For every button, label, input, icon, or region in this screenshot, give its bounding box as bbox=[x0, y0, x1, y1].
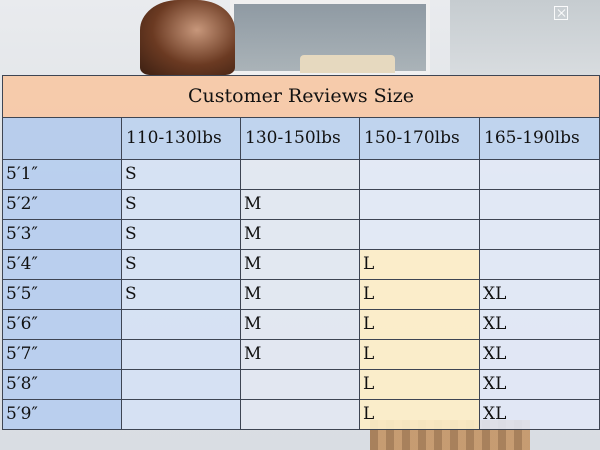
size-cell: L bbox=[359, 249, 480, 280]
table-row: 5′2″ S M bbox=[2, 189, 600, 220]
size-cell: XL bbox=[478, 279, 600, 310]
size-cell: S bbox=[121, 279, 241, 310]
size-chart-table: Customer Reviews Size 110-130lbs 130-150… bbox=[1, 75, 600, 430]
height-cell: 5′4″ bbox=[2, 249, 122, 280]
size-cell: M bbox=[240, 309, 360, 340]
table-row: 5′9″ L XL bbox=[2, 399, 600, 430]
height-cell: 5′5″ bbox=[2, 279, 122, 310]
size-cell bbox=[478, 219, 600, 250]
size-cell bbox=[359, 159, 480, 190]
column-header: 110-130lbs bbox=[121, 117, 241, 160]
table-row: 5′8″ L XL bbox=[2, 369, 600, 400]
close-icon[interactable] bbox=[554, 6, 568, 20]
size-cell bbox=[121, 339, 241, 370]
height-cell: 5′9″ bbox=[2, 399, 122, 430]
background-model bbox=[140, 0, 235, 75]
table-row: 5′3″ S M bbox=[2, 219, 600, 250]
size-cell bbox=[121, 309, 241, 340]
size-cell: XL bbox=[478, 309, 600, 340]
size-cell bbox=[478, 159, 600, 190]
size-cell: M bbox=[240, 339, 360, 370]
column-header: 150-170lbs bbox=[359, 117, 480, 160]
size-cell: M bbox=[240, 189, 360, 220]
size-cell: XL bbox=[478, 339, 600, 370]
size-cell: M bbox=[240, 219, 360, 250]
size-cell: L bbox=[359, 399, 480, 430]
table-row: 5′1″ S bbox=[2, 159, 600, 190]
size-cell: M bbox=[240, 249, 360, 280]
table-title: Customer Reviews Size bbox=[1, 75, 600, 118]
height-cell: 5′8″ bbox=[2, 369, 122, 400]
size-cell bbox=[478, 249, 600, 280]
size-cell bbox=[359, 189, 480, 220]
size-cell: S bbox=[121, 159, 241, 190]
size-cell bbox=[121, 399, 241, 430]
size-cell: L bbox=[359, 279, 480, 310]
size-cell: L bbox=[359, 339, 480, 370]
background-sign bbox=[300, 55, 395, 73]
size-cell bbox=[359, 219, 480, 250]
size-cell: S bbox=[121, 249, 241, 280]
height-cell: 5′2″ bbox=[2, 189, 122, 220]
size-cell: S bbox=[121, 189, 241, 220]
size-cell: S bbox=[121, 219, 241, 250]
header-corner-cell bbox=[2, 117, 122, 160]
height-cell: 5′7″ bbox=[2, 339, 122, 370]
size-cell: XL bbox=[478, 369, 600, 400]
column-header: 130-150lbs bbox=[240, 117, 360, 160]
size-cell bbox=[240, 369, 360, 400]
table-row: 5′5″ S M L XL bbox=[2, 279, 600, 310]
size-cell bbox=[240, 159, 360, 190]
header-row: 110-130lbs 130-150lbs 150-170lbs 165-190… bbox=[2, 117, 600, 160]
height-cell: 5′3″ bbox=[2, 219, 122, 250]
table-row: 5′4″ S M L bbox=[2, 249, 600, 280]
size-cell bbox=[240, 399, 360, 430]
table-row: 5′6″ M L XL bbox=[2, 309, 600, 340]
title-row: Customer Reviews Size bbox=[1, 75, 600, 118]
size-cell bbox=[478, 189, 600, 220]
size-cell: XL bbox=[478, 399, 600, 430]
size-cell: L bbox=[359, 309, 480, 340]
height-cell: 5′6″ bbox=[2, 309, 122, 340]
column-header: 165-190lbs bbox=[478, 117, 600, 160]
background-window-right bbox=[450, 0, 600, 75]
table-row: 5′7″ M L XL bbox=[2, 339, 600, 370]
size-cell bbox=[121, 369, 241, 400]
height-cell: 5′1″ bbox=[2, 159, 122, 190]
size-cell: M bbox=[240, 279, 360, 310]
size-cell: L bbox=[359, 369, 480, 400]
